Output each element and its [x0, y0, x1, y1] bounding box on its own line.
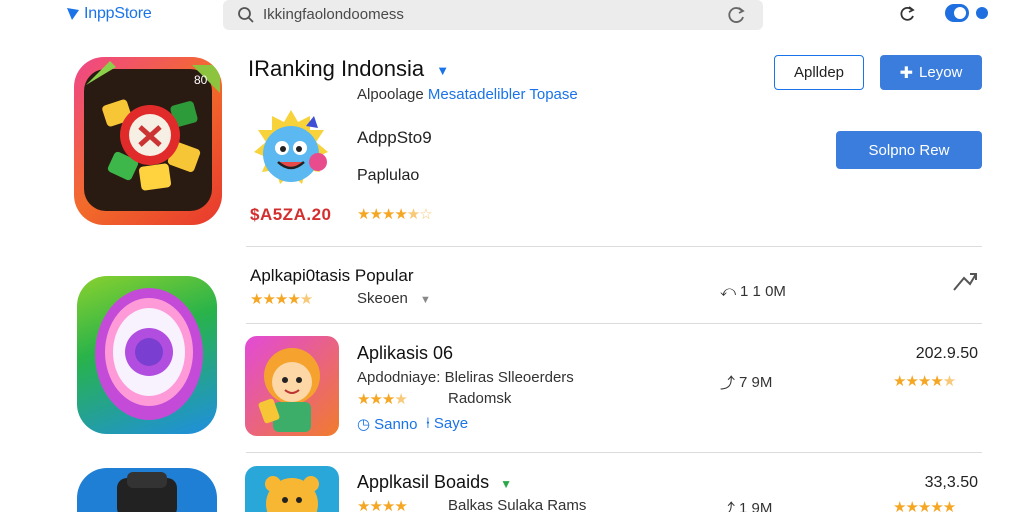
app-icon-boaids[interactable]	[245, 466, 339, 512]
row-meta[interactable]: Skeoen ▼	[357, 290, 431, 307]
star-half-icon: ★	[942, 373, 956, 390]
store-logo-icon	[67, 8, 79, 20]
row-size-text: 1 1 0M	[740, 283, 786, 300]
secondary-button[interactable]: Solpno Rew	[836, 131, 982, 169]
search-input[interactable]: Ikkingfaolondoomess	[263, 6, 404, 23]
row-price: 33,3.50	[924, 474, 978, 491]
featured-app-name: AdppSto9	[357, 128, 432, 147]
chevron-down-icon: ▼	[420, 294, 431, 306]
star-half-icon: ★☆	[406, 206, 433, 223]
top-bar: InppStore Ikkingfaolondoomess	[0, 0, 1024, 34]
cartoon-bear-icon	[265, 476, 319, 512]
primary-button-label: Leyow	[919, 64, 963, 81]
row-size: ⤴ 1 9M	[720, 498, 772, 512]
app-icon-aplikasis[interactable]	[245, 336, 339, 436]
featured-subtitle: Alpoolage Mesatadelibler Topase	[357, 86, 578, 103]
subtitle-prefix: Alpoolage	[357, 86, 424, 103]
row-title[interactable]: Aplikasis 06	[357, 343, 453, 364]
star-half-icon: ★	[394, 391, 407, 408]
download-icon: ⤴	[720, 501, 736, 512]
row-meta-text: Skeoen	[357, 290, 408, 307]
bookmark-icon: ⍿	[426, 415, 430, 432]
divider	[246, 452, 982, 453]
outline-button[interactable]: Aplldep	[774, 55, 864, 90]
row-tag: Radomsk	[448, 390, 512, 407]
chevron-down-icon[interactable]: ▼	[436, 63, 449, 78]
search-icon	[238, 7, 254, 23]
row-rating: ★★★★	[357, 497, 408, 512]
divider	[246, 246, 982, 247]
row-title[interactable]: Aplkapi0tasis Popular	[250, 266, 413, 286]
plus-icon: ✚	[899, 64, 914, 82]
featured-app-sub: Paplulao	[357, 167, 420, 184]
row-size-text: 1 9M	[739, 500, 773, 512]
page-title-text: IRanking Indonsia	[248, 56, 425, 81]
row-price: 202.9.50	[915, 345, 978, 362]
row-size-text: 7 9M	[739, 374, 773, 391]
app-icon-popular[interactable]	[77, 276, 217, 434]
mascot-app-icon[interactable]	[248, 108, 334, 198]
row-rating-right: ★★★★★	[893, 372, 956, 390]
star-half-icon: ★	[299, 291, 313, 308]
row-meta: Apdodniaye: Bleliras Slleoerders	[357, 369, 574, 386]
row-meta: Balkas Sulaka Rams	[448, 497, 587, 512]
subtitle-link[interactable]: Mesatadelibler Topase	[428, 86, 578, 103]
star-icon: ★★★★★	[893, 499, 956, 512]
theme-toggle[interactable]	[945, 4, 993, 22]
star-icon: ★★★★	[893, 373, 944, 390]
sanno-label: Sanno	[374, 415, 418, 433]
star-icon: ★★★★	[357, 498, 408, 512]
star-icon: ★★★	[357, 391, 395, 408]
svg-text:80: 80	[194, 73, 208, 87]
reload-icon[interactable]	[897, 4, 917, 24]
row-title[interactable]: Applkasil Boaids ▼	[357, 472, 512, 493]
row-size: ⤺ 1 1 0M	[720, 283, 786, 300]
featured-price: $A5ZA.20	[250, 205, 332, 224]
mascot-icon	[254, 110, 328, 184]
app-icon-hero[interactable]	[77, 468, 217, 512]
sanno-link[interactable]: ◷ Sanno	[357, 415, 418, 434]
download-icon: ⤴	[720, 375, 736, 392]
toggle-knob-center	[954, 7, 966, 19]
camera-lens-icon	[95, 288, 203, 420]
search-bar[interactable]: Ikkingfaolondoomess	[223, 0, 763, 30]
clock-icon: ◷	[357, 416, 371, 433]
verified-icon: ▼	[500, 477, 512, 491]
row-title-text: Applkasil Boaids	[357, 472, 490, 492]
star-icon: ★★★★	[250, 291, 301, 308]
game-board-icon: 80	[84, 61, 220, 211]
toggle-dot	[976, 7, 988, 19]
saye-label: Saye	[433, 415, 469, 432]
row-rating: ★★★★	[357, 390, 408, 408]
page-title: IRanking Indonsia ▼	[248, 56, 449, 82]
divider	[246, 323, 982, 324]
star-icon: ★★★★	[357, 206, 408, 223]
primary-button[interactable]: ✚ Leyow	[880, 55, 982, 90]
row-size: ⤴ 7 9M	[720, 372, 772, 393]
saye-link[interactable]: ⍿ Saye	[426, 415, 468, 432]
store-logo[interactable]: InppStore	[66, 5, 152, 23]
refresh-icon[interactable]	[725, 4, 747, 26]
featured-app-icon[interactable]: 80	[74, 57, 222, 225]
store-logo-text: InppStore	[84, 5, 152, 22]
cartoon-girl-icon	[258, 348, 320, 432]
featured-rating: ★★★★★☆	[357, 205, 433, 223]
share-icon[interactable]	[950, 270, 978, 296]
row-rating-right: ★★★★★	[893, 498, 956, 512]
row-rating: ★★★★★	[250, 290, 313, 308]
download-icon: ⤺	[720, 283, 737, 300]
character-head-icon	[117, 472, 177, 512]
